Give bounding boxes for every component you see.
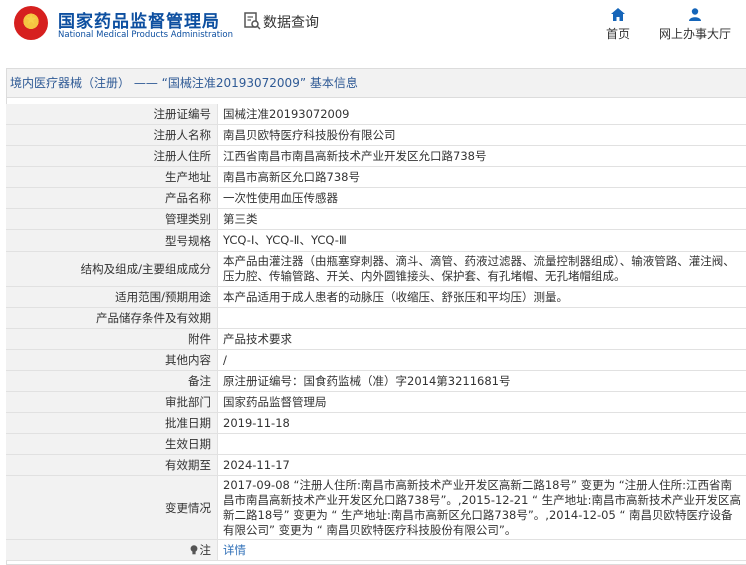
table-row: 注 详情: [6, 540, 746, 561]
row-value: /: [223, 352, 227, 367]
row-label: 注: [6, 540, 217, 560]
nav-home[interactable]: 首页: [606, 8, 630, 42]
details-link[interactable]: 详情: [223, 543, 246, 558]
table-row: 生产地址 南昌市高新区允口路738号: [6, 167, 746, 188]
row-label: 结构及组成/主要组成成分: [6, 252, 217, 286]
table-row: 附件 产品技术要求: [6, 329, 746, 350]
table-row: 审批部门 国家药品监督管理局: [6, 392, 746, 413]
row-label: 附件: [6, 329, 217, 349]
row-label: 管理类别: [6, 209, 217, 229]
row-value: YCQ-Ⅰ、YCQ-Ⅱ、YCQ-Ⅲ: [223, 233, 347, 247]
row-label: 生产地址: [6, 167, 217, 187]
row-value: 2019-11-18: [223, 415, 290, 430]
row-label: 批准日期: [6, 413, 217, 433]
row-value: 2017-09-08 “注册人住所:南昌市高新技术产业开发区高新二路18号” 变…: [223, 477, 742, 537]
user-icon: [689, 8, 701, 21]
row-value: 国械注准20193072009: [223, 106, 350, 121]
row-value: 详情: [218, 540, 746, 560]
nav-online-service-label: 网上办事大厅: [659, 27, 732, 41]
row-value: 一次性使用血压传感器: [223, 190, 338, 205]
site-logo-subtitle: National Medical Products Administration: [58, 30, 233, 40]
table-row: 注册人名称 南昌贝欧特医疗科技股份有限公司: [6, 125, 746, 146]
table-row: 型号规格 YCQ-Ⅰ、YCQ-Ⅱ、YCQ-Ⅲ: [6, 230, 746, 252]
row-label: 生效日期: [6, 434, 217, 454]
row-label: 适用范围/预期用途: [6, 287, 217, 307]
data-query-icon[interactable]: [243, 12, 261, 30]
row-label: 审批部门: [6, 392, 217, 412]
row-label: 产品名称: [6, 188, 217, 208]
table-row: 变更情况 2017-09-08 “注册人住所:南昌市高新技术产业开发区高新二路1…: [6, 476, 746, 540]
row-value: 江西省南昌市南昌高新技术产业开发区允口路738号: [223, 148, 487, 163]
table-row: 产品储存条件及有效期: [6, 308, 746, 329]
row-label: 注册人名称: [6, 125, 217, 145]
table-row: 结构及组成/主要组成成分 本产品由灌注器（由瓶塞穿刺器、滴斗、滴管、药液过滤器、…: [6, 252, 746, 287]
nav-online-service-hall[interactable]: 网上办事大厅: [659, 8, 731, 42]
row-label: 型号规格: [6, 230, 217, 251]
row-label: 产品储存条件及有效期: [6, 308, 217, 328]
row-value: 南昌贝欧特医疗科技股份有限公司: [223, 127, 396, 142]
bulb-icon: [190, 545, 197, 555]
table-row: 生效日期: [6, 434, 746, 455]
site-logo-title[interactable]: 国家药品监督管理局: [58, 7, 220, 32]
table-row: 产品名称 一次性使用血压传感器: [6, 188, 746, 209]
table-row: 管理类别 第三类: [6, 209, 746, 230]
site-header: 国家药品监督管理局 National Medical Products Admi…: [0, 0, 746, 58]
row-value: [218, 434, 746, 454]
national-emblem-icon: [14, 6, 48, 40]
table-row: 适用范围/预期用途 本产品适用于成人患者的动脉压（收缩压、舒张压和平均压）测量。: [6, 287, 746, 308]
row-value: 2024-11-17: [223, 457, 290, 472]
row-value: 国家药品监督管理局: [223, 394, 327, 409]
table-row: 批准日期 2019-11-18: [6, 413, 746, 434]
row-label: 注册人住所: [6, 146, 217, 166]
row-label: 备注: [6, 371, 217, 391]
table-row: 注册人住所 江西省南昌市南昌高新技术产业开发区允口路738号: [6, 146, 746, 167]
panel-title: 境内医疗器械（注册） —— “国械注准20193072009” 基本信息: [7, 69, 746, 98]
row-label: 有效期至: [6, 455, 217, 475]
row-value: 本产品由灌注器（由瓶塞穿刺器、滴斗、滴管、药液过滤器、流量控制器组成）、输液管路…: [223, 254, 735, 283]
nav-home-label: 首页: [606, 27, 631, 41]
table-row: 注册证编号 国械注准20193072009: [6, 104, 746, 125]
data-query-link[interactable]: 数据查询: [263, 12, 319, 32]
row-value: 产品技术要求: [223, 331, 292, 346]
home-icon: [611, 8, 625, 21]
table-row: 备注 原注册证编号：国食药监械（准）字2014第3211681号: [6, 371, 746, 392]
row-label: 注册证编号: [6, 104, 217, 124]
row-label: 变更情况: [6, 476, 217, 539]
row-value: [218, 308, 746, 328]
table-row: 其他内容 /: [6, 350, 746, 371]
note-label: 注: [199, 543, 212, 557]
row-value: 本产品适用于成人患者的动脉压（收缩压、舒张压和平均压）测量。: [223, 289, 568, 304]
row-label: 其他内容: [6, 350, 217, 370]
row-value: 第三类: [223, 211, 258, 226]
row-value: 原注册证编号：国食药监械（准）字2014第3211681号: [223, 373, 511, 388]
row-value: 南昌市高新区允口路738号: [223, 169, 360, 184]
table-row: 有效期至 2024-11-17: [6, 455, 746, 476]
